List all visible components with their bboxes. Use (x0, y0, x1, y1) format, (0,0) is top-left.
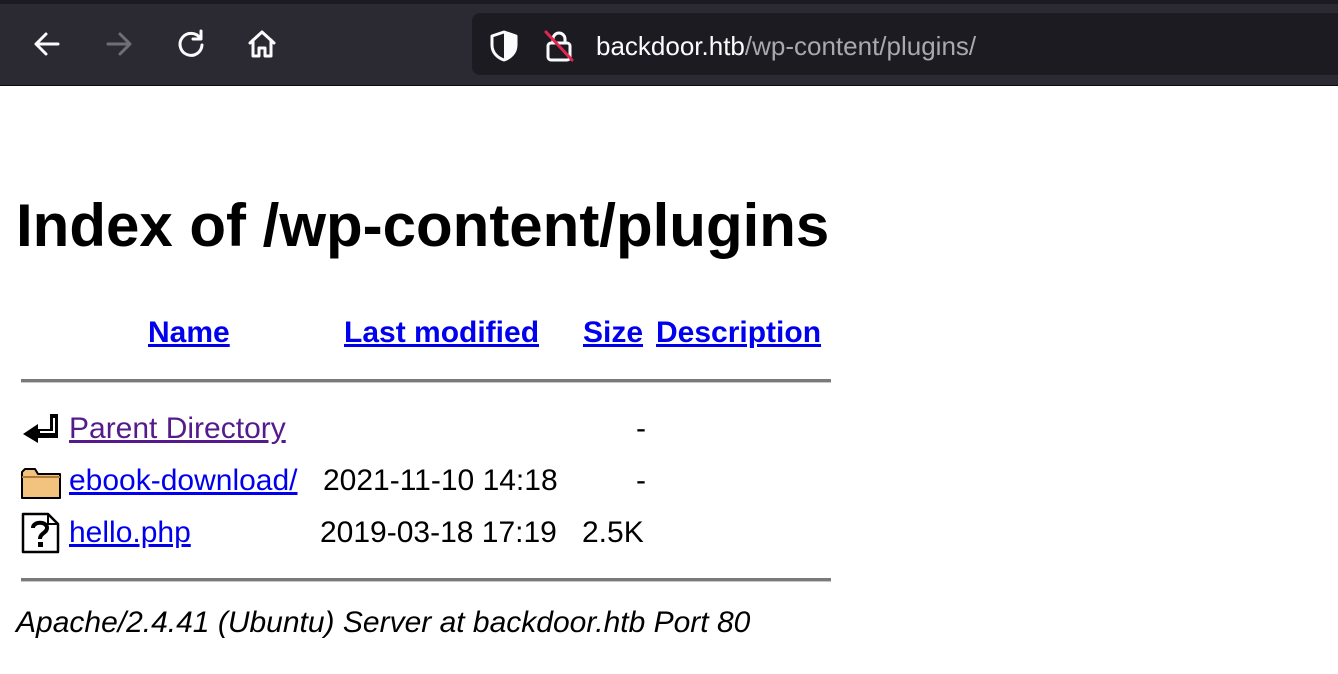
reload-button[interactable] (171, 24, 211, 64)
file-size: - (636, 412, 646, 445)
reload-icon (178, 29, 204, 57)
url-text[interactable]: backdoor.htb/wp-content/plugins/ (596, 31, 976, 61)
url-host: backdoor.htb (596, 31, 745, 61)
sort-by-description-link[interactable]: Description (656, 314, 821, 352)
insecure-lock-icon (544, 30, 574, 62)
back-button[interactable] (27, 24, 67, 64)
footer-divider (21, 578, 831, 582)
sort-by-last-modified-link[interactable]: Last modified (344, 314, 539, 352)
arrow-right-icon (106, 32, 132, 56)
file-size: - (636, 464, 646, 497)
sort-by-size-link[interactable]: Size (583, 314, 643, 352)
forward-button[interactable] (99, 24, 139, 64)
header-divider (21, 379, 831, 383)
last-modified: 2021-11-10 14:18 (323, 464, 558, 497)
tracking-protection-button[interactable] (487, 29, 521, 63)
arrow-left-icon (34, 32, 60, 56)
last-modified: 2019-03-18 17:19 (320, 516, 557, 549)
browser-toolbar: backdoor.htb/wp-content/plugins/ (0, 0, 1338, 86)
list-item-link[interactable]: hello.php (69, 514, 191, 552)
file-size: 2.5K (582, 516, 644, 549)
server-signature: Apache/2.4.41 (Ubuntu) Server at backdoo… (16, 606, 751, 639)
connection-info-button[interactable] (542, 29, 576, 63)
list-item-link[interactable]: ebook-download/ (69, 462, 298, 500)
sort-by-name-link[interactable]: Name (148, 314, 230, 352)
home-icon (248, 30, 276, 58)
home-button[interactable] (242, 24, 282, 64)
unknown-file-icon (21, 512, 60, 554)
back-arrow-icon (23, 414, 58, 443)
list-item-link[interactable]: Parent Directory (69, 410, 286, 448)
shield-icon (490, 30, 518, 62)
url-path: /wp-content/plugins/ (744, 31, 977, 61)
address-bar[interactable]: backdoor.htb/wp-content/plugins/ (472, 13, 1338, 75)
folder-icon (21, 468, 61, 499)
page-title: Index of /wp-content/plugins (16, 192, 830, 259)
